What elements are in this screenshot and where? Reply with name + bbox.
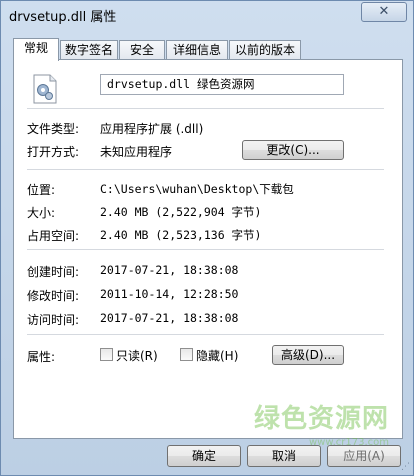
hidden-label: 隐藏(H) [196, 349, 239, 363]
tab-general[interactable]: 常规 [13, 38, 59, 61]
separator [27, 249, 384, 250]
file-type-label: 文件类型: [27, 122, 80, 136]
modified-value: 2011-10-14, 12:28:50 [100, 287, 239, 301]
apply-button[interactable]: 应用(A) [327, 445, 401, 467]
attributes-label: 属性: [27, 350, 56, 364]
separator [27, 108, 384, 109]
change-button[interactable]: 更改(C)... [242, 140, 344, 160]
general-panel: drvsetup.dll 绿色资源网 文件类型: 应用程序扩展 (.dll) 打… [13, 59, 403, 439]
hidden-checkbox[interactable]: 隐藏(H) [180, 347, 242, 363]
watermark-url: www.cr173.com [308, 437, 389, 448]
dll-file-icon [33, 74, 57, 104]
size-value: 2.40 MB (2,522,904 字节) [100, 205, 262, 219]
advanced-button[interactable]: 高级(D)... [272, 345, 344, 365]
file-type-value: 应用程序扩展 (.dll) [100, 122, 204, 136]
watermark-text: 绿色资源网 [253, 404, 389, 434]
size-label: 大小: [27, 206, 56, 220]
close-icon: ✕ [378, 4, 390, 19]
accessed-label: 访问时间: [27, 313, 80, 327]
separator [27, 334, 384, 335]
cancel-button[interactable]: 取消 [247, 445, 321, 467]
tab-digital-signatures[interactable]: 数字签名 [60, 40, 118, 59]
tab-security[interactable]: 安全 [119, 40, 165, 59]
location-value: C:\Users\wuhan\Desktop\下载包 [100, 182, 294, 196]
location-label: 位置: [27, 183, 56, 197]
size-on-disk-label: 占用空间: [27, 229, 80, 243]
open-with-label: 打开方式: [27, 145, 80, 159]
resize-grip-icon[interactable]: ⋰ [401, 462, 410, 472]
created-label: 创建时间: [27, 265, 80, 279]
readonly-checkbox[interactable]: 只读(R) [100, 347, 162, 363]
hidden-checkbox-box[interactable] [180, 348, 193, 361]
title-bar: drvsetup.dll 属性 ✕ [1, 1, 413, 33]
properties-window: drvsetup.dll 属性 ✕ 常规 数字签名 安全 详细信息 以前的版本 … [0, 0, 414, 476]
modified-label: 修改时间: [27, 289, 80, 303]
close-button[interactable]: ✕ [361, 2, 407, 22]
window-title: drvsetup.dll 属性 [9, 10, 117, 25]
size-on-disk-value: 2.40 MB (2,523,136 字节) [100, 228, 262, 242]
ok-button[interactable]: 确定 [167, 445, 241, 467]
separator [27, 169, 384, 170]
tab-previous-versions[interactable]: 以前的版本 [229, 40, 301, 59]
file-name-field[interactable]: drvsetup.dll 绿色资源网 [100, 74, 344, 95]
created-value: 2017-07-21, 18:38:08 [100, 263, 239, 277]
readonly-checkbox-box[interactable] [100, 348, 113, 361]
readonly-label: 只读(R) [116, 349, 158, 363]
open-with-value: 未知应用程序 [100, 145, 173, 159]
accessed-value: 2017-07-21, 18:38:08 [100, 311, 239, 325]
tab-details[interactable]: 详细信息 [166, 40, 228, 59]
